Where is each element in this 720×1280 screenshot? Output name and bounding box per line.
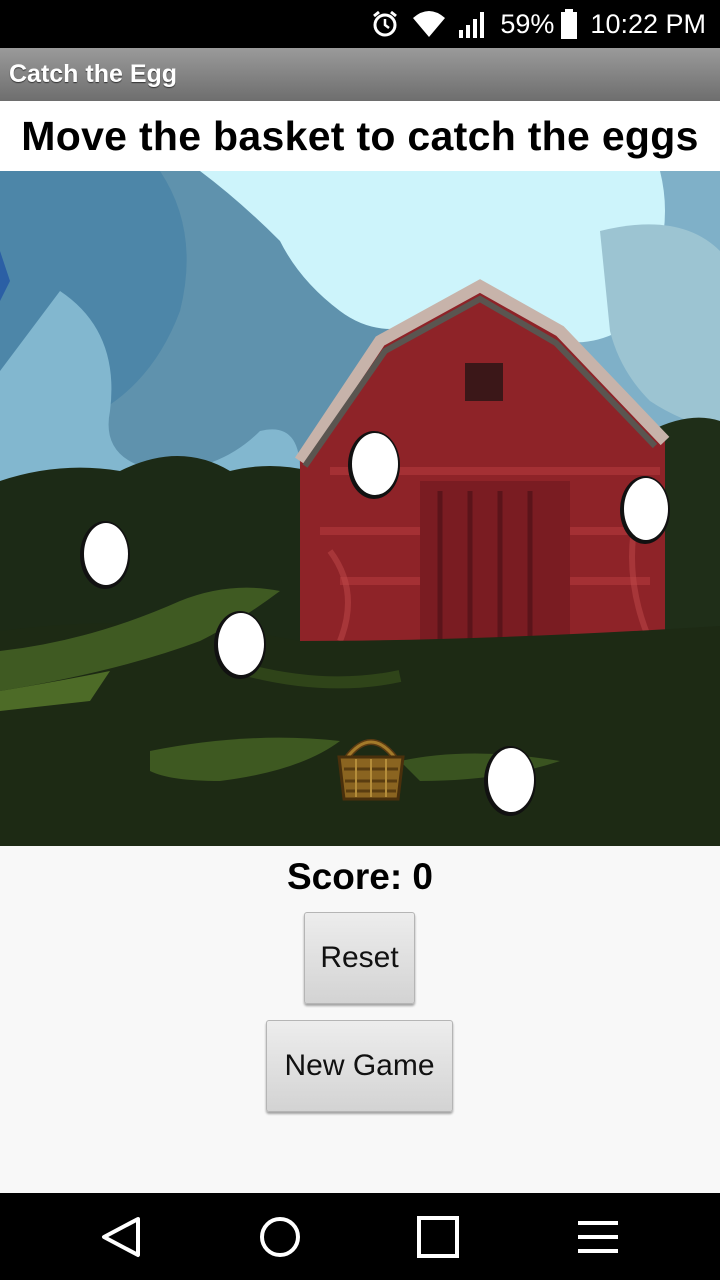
egg	[620, 476, 670, 544]
egg	[214, 611, 266, 679]
game-canvas[interactable]	[0, 171, 720, 846]
back-icon[interactable]	[98, 1213, 146, 1261]
reset-button[interactable]: Reset	[304, 912, 415, 1004]
egg	[80, 521, 130, 589]
status-bar: 59% 10:22 PM	[0, 0, 720, 48]
new-game-button[interactable]: New Game	[266, 1020, 453, 1112]
battery-percent: 59%	[500, 8, 555, 39]
app-title: Catch the Egg	[9, 60, 178, 88]
score-display: Score: 0	[286, 856, 433, 897]
egg	[348, 431, 400, 499]
alarm-icon	[373, 10, 398, 37]
instruction-text: Move the basket to catch the eggs	[21, 112, 699, 159]
recents-icon[interactable]	[414, 1213, 462, 1261]
clock: 10:22 PM	[590, 8, 706, 39]
instruction-banner: Move the basket to catch the eggs	[0, 101, 720, 171]
basket-icon[interactable]	[336, 731, 406, 803]
egg	[484, 746, 536, 816]
title-bar: Catch the Egg	[0, 48, 720, 101]
battery-icon	[561, 9, 578, 39]
wifi-icon	[413, 11, 446, 37]
home-icon[interactable]	[256, 1213, 304, 1261]
navigation-bar	[0, 1193, 720, 1280]
signal-icon	[459, 12, 485, 38]
menu-icon[interactable]	[574, 1213, 622, 1261]
